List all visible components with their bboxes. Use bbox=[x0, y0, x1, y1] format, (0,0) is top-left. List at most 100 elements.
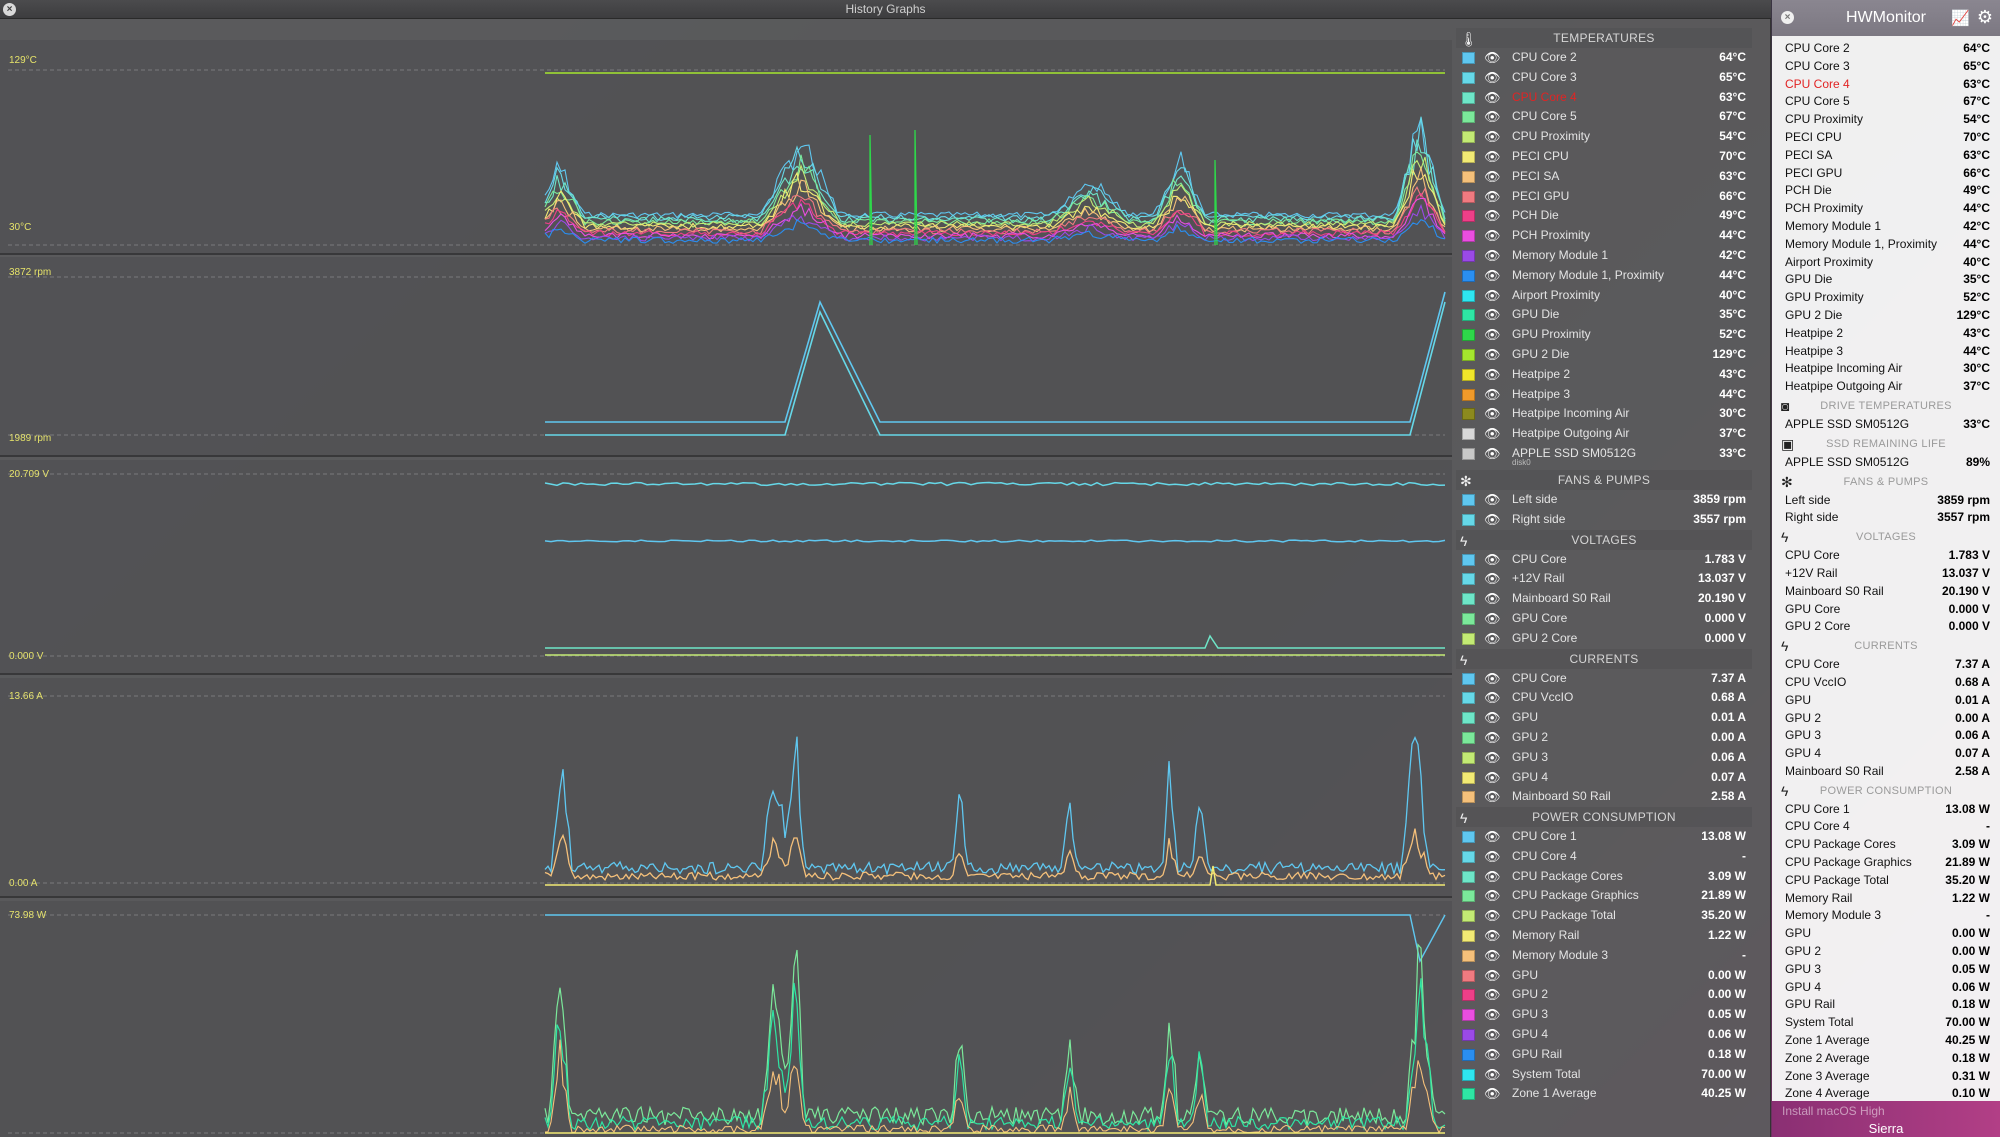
legend-row[interactable]: 👁 CPU Core 1 13.08 W bbox=[1456, 827, 1752, 847]
eye-icon[interactable]: 👁 bbox=[1484, 107, 1501, 127]
color-swatch[interactable] bbox=[1462, 870, 1475, 883]
legend-row[interactable]: 👁 Heatpipe 2 43°C bbox=[1456, 365, 1752, 385]
legend-row[interactable]: 👁 PECI GPU 66°C bbox=[1456, 187, 1752, 207]
eye-icon[interactable]: 👁 bbox=[1484, 867, 1501, 887]
hwmonitor-row[interactable]: GPU 0.00 W bbox=[1772, 925, 2000, 943]
eye-icon[interactable]: 👁 bbox=[1484, 827, 1501, 847]
legend-row[interactable]: 👁 GPU 4 0.07 A bbox=[1456, 768, 1752, 788]
legend-row[interactable]: 👁 CPU Package Total 35.20 W bbox=[1456, 906, 1752, 926]
eye-icon[interactable]: 👁 bbox=[1484, 748, 1501, 768]
color-swatch[interactable] bbox=[1462, 111, 1475, 124]
eye-icon[interactable]: 👁 bbox=[1484, 88, 1501, 108]
legend-row[interactable]: 👁 PECI SA 63°C bbox=[1456, 167, 1752, 187]
eye-icon[interactable]: 👁 bbox=[1484, 906, 1501, 926]
eye-icon[interactable]: 👁 bbox=[1484, 266, 1501, 286]
color-swatch[interactable] bbox=[1462, 930, 1475, 943]
eye-icon[interactable]: 👁 bbox=[1484, 68, 1501, 88]
color-swatch[interactable] bbox=[1462, 309, 1475, 322]
color-swatch[interactable] bbox=[1462, 831, 1475, 844]
eye-icon[interactable]: 👁 bbox=[1484, 787, 1501, 807]
legend-row[interactable]: 👁 Memory Rail 1.22 W bbox=[1456, 926, 1752, 946]
legend-row[interactable]: 👁 GPU 2 Core 0.000 V bbox=[1456, 629, 1752, 649]
hwmonitor-row[interactable]: GPU Core 0.000 V bbox=[1772, 601, 2000, 619]
legend-row[interactable]: 👁 Mainboard S0 Rail 20.190 V bbox=[1456, 589, 1752, 609]
hwmonitor-row[interactable]: GPU Rail 0.18 W bbox=[1772, 996, 2000, 1014]
legend-row[interactable]: 👁 CPU Core 4 63°C bbox=[1456, 88, 1752, 108]
legend-row[interactable]: 👁 Memory Module 1, Proximity 44°C bbox=[1456, 266, 1752, 286]
eye-icon[interactable]: 👁 bbox=[1484, 365, 1501, 385]
color-swatch[interactable] bbox=[1462, 632, 1475, 645]
eye-icon[interactable]: 👁 bbox=[1484, 167, 1501, 187]
hwmonitor-row[interactable]: APPLE SSD SM0512G 33°C bbox=[1772, 416, 2000, 434]
hwmonitor-row[interactable]: Zone 3 Average 0.31 W bbox=[1772, 1068, 2000, 1086]
eye-icon[interactable]: 👁 bbox=[1484, 708, 1501, 728]
legend-row[interactable]: 👁 Airport Proximity 40°C bbox=[1456, 286, 1752, 306]
eye-icon[interactable]: 👁 bbox=[1484, 385, 1501, 405]
color-swatch[interactable] bbox=[1462, 368, 1475, 381]
legend-row[interactable]: 👁 GPU 2 0.00 W bbox=[1456, 985, 1752, 1005]
legend-row[interactable]: 👁 Memory Module 1 42°C bbox=[1456, 246, 1752, 266]
hwmonitor-row[interactable]: Zone 1 Average 40.25 W bbox=[1772, 1032, 2000, 1050]
hwmonitor-row[interactable]: GPU 3 0.05 W bbox=[1772, 961, 2000, 979]
color-swatch[interactable] bbox=[1462, 553, 1475, 566]
color-swatch[interactable] bbox=[1462, 91, 1475, 104]
eye-icon[interactable]: 👁 bbox=[1484, 946, 1501, 966]
hwmonitor-row[interactable]: PECI SA 63°C bbox=[1772, 147, 2000, 165]
color-swatch[interactable] bbox=[1462, 791, 1475, 804]
hwmonitor-row[interactable]: GPU 2 0.00 A bbox=[1772, 710, 2000, 728]
legend-row[interactable]: 👁 System Total 70.00 W bbox=[1456, 1065, 1752, 1085]
eye-icon[interactable]: 👁 bbox=[1484, 1045, 1501, 1065]
color-swatch[interactable] bbox=[1462, 850, 1475, 863]
color-swatch[interactable] bbox=[1462, 910, 1475, 923]
hwmonitor-row[interactable]: CPU Core 1 13.08 W bbox=[1772, 801, 2000, 819]
hwmonitor-row[interactable]: GPU 2 0.00 W bbox=[1772, 943, 2000, 961]
color-swatch[interactable] bbox=[1462, 210, 1475, 223]
color-swatch[interactable] bbox=[1462, 289, 1475, 302]
eye-icon[interactable]: 👁 bbox=[1484, 1005, 1501, 1025]
legend-row[interactable]: 👁 Left side 3859 rpm bbox=[1456, 490, 1752, 510]
hwmonitor-row[interactable]: CPU Package Cores 3.09 W bbox=[1772, 836, 2000, 854]
color-swatch[interactable] bbox=[1462, 692, 1475, 705]
color-swatch[interactable] bbox=[1462, 71, 1475, 84]
color-swatch[interactable] bbox=[1462, 269, 1475, 282]
color-swatch[interactable] bbox=[1462, 388, 1475, 401]
eye-icon[interactable]: 👁 bbox=[1484, 510, 1501, 530]
eye-icon[interactable]: 👁 bbox=[1484, 444, 1501, 464]
legend-row[interactable]: 👁 GPU Die 35°C bbox=[1456, 305, 1752, 325]
color-swatch[interactable] bbox=[1462, 348, 1475, 361]
color-swatch[interactable] bbox=[1462, 408, 1475, 421]
color-swatch[interactable] bbox=[1462, 230, 1475, 243]
hwmonitor-row[interactable]: APPLE SSD SM0512G 89% bbox=[1772, 454, 2000, 472]
eye-icon[interactable]: 👁 bbox=[1484, 286, 1501, 306]
hwmonitor-row[interactable]: CPU Core 4 - bbox=[1772, 818, 2000, 836]
legend-row[interactable]: 👁 CPU Core 4 - bbox=[1456, 847, 1752, 867]
hwmonitor-row[interactable]: Heatpipe Incoming Air 30°C bbox=[1772, 360, 2000, 378]
eye-icon[interactable]: 👁 bbox=[1484, 569, 1501, 589]
color-swatch[interactable] bbox=[1462, 989, 1475, 1002]
color-swatch[interactable] bbox=[1462, 771, 1475, 784]
eye-icon[interactable]: 👁 bbox=[1484, 226, 1501, 246]
legend-row[interactable]: 👁 CPU Core 5 67°C bbox=[1456, 107, 1752, 127]
hwmonitor-row[interactable]: Memory Module 1 42°C bbox=[1772, 218, 2000, 236]
legend-row[interactable]: 👁 Memory Module 3 - bbox=[1456, 946, 1752, 966]
hwmonitor-row[interactable]: PECI GPU 66°C bbox=[1772, 165, 2000, 183]
hwmonitor-row[interactable]: GPU 0.01 A bbox=[1772, 692, 2000, 710]
hwmonitor-row[interactable]: CPU Core 4 63°C bbox=[1772, 76, 2000, 94]
legend-row[interactable]: 👁 GPU Core 0.000 V bbox=[1456, 609, 1752, 629]
history-graph-icon[interactable]: 📈 bbox=[1951, 9, 1970, 27]
color-swatch[interactable] bbox=[1462, 329, 1475, 342]
hwmonitor-row[interactable]: Mainboard S0 Rail 20.190 V bbox=[1772, 583, 2000, 601]
color-swatch[interactable] bbox=[1462, 712, 1475, 725]
color-swatch[interactable] bbox=[1462, 1009, 1475, 1022]
eye-icon[interactable]: 👁 bbox=[1484, 424, 1501, 444]
legend-row[interactable]: 👁 CPU Package Graphics 21.89 W bbox=[1456, 886, 1752, 906]
hwmonitor-row[interactable]: CPU Core 2 64°C bbox=[1772, 40, 2000, 58]
color-swatch[interactable] bbox=[1462, 190, 1475, 203]
hwmonitor-row[interactable]: Mainboard S0 Rail 2.58 A bbox=[1772, 763, 2000, 781]
eye-icon[interactable]: 👁 bbox=[1484, 147, 1501, 167]
color-swatch[interactable] bbox=[1462, 1088, 1475, 1101]
hwmonitor-row[interactable]: Memory Module 1, Proximity 44°C bbox=[1772, 236, 2000, 254]
hwmonitor-row[interactable]: PCH Die 49°C bbox=[1772, 182, 2000, 200]
eye-icon[interactable]: 👁 bbox=[1484, 985, 1501, 1005]
hwmonitor-row[interactable]: Heatpipe 2 43°C bbox=[1772, 325, 2000, 343]
